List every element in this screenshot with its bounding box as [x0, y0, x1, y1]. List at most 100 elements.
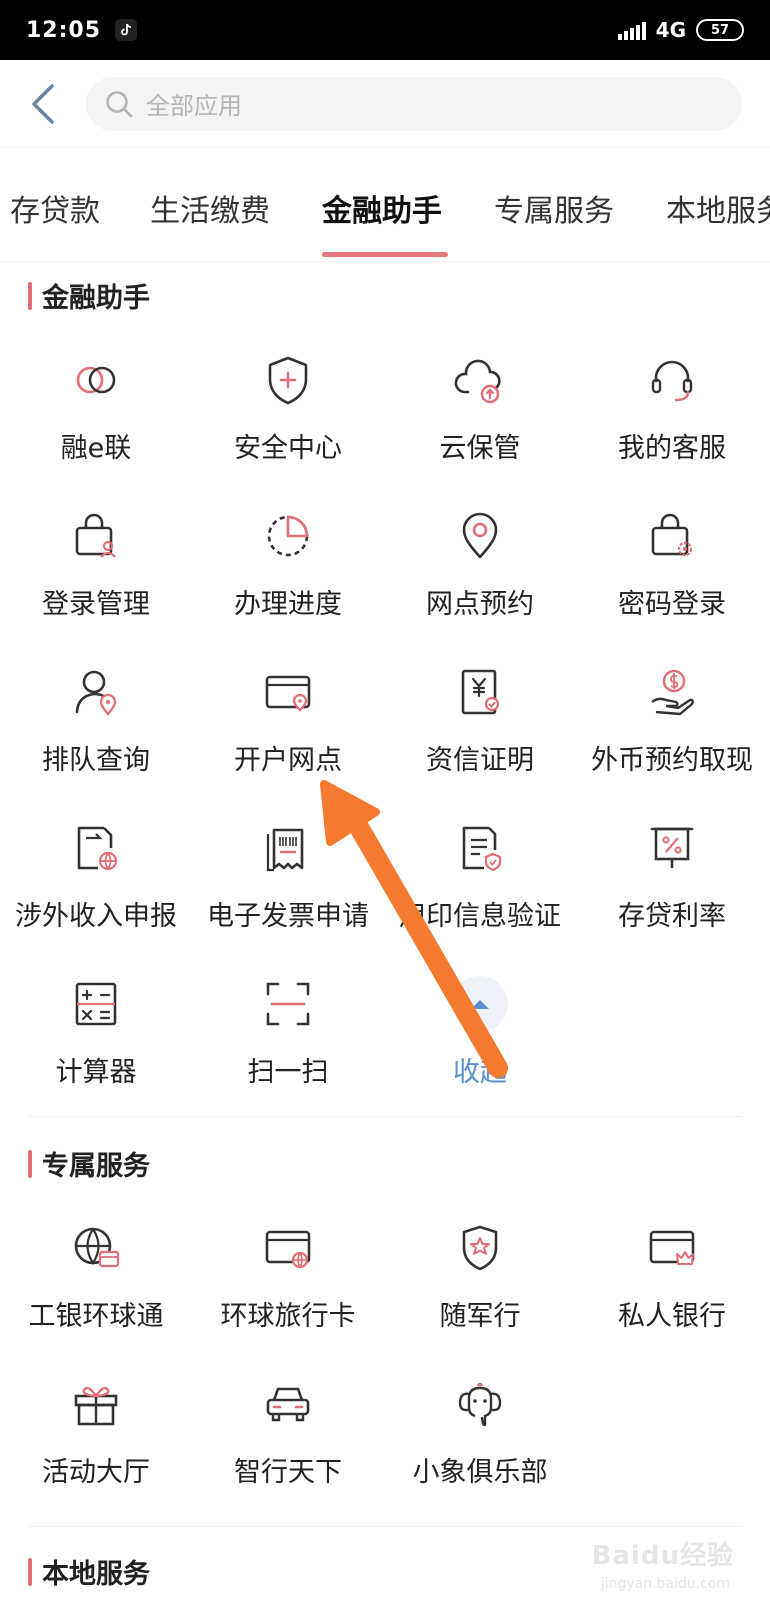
shield-plus-icon: [268, 356, 308, 405]
section-title-exclusive: 专属服务: [28, 1144, 150, 1183]
grid-item-icbc-global[interactable]: 工银环球通: [0, 1202, 192, 1342]
grid-item-calculator[interactable]: 计算器: [0, 958, 192, 1098]
grid-item-customer-service[interactable]: 我的客服: [576, 334, 768, 474]
grid-item-label: 资信证明: [426, 745, 534, 776]
section-divider: [28, 1116, 742, 1117]
grid-item-travel-card[interactable]: 环球旅行卡: [192, 1202, 384, 1342]
grid-item-progress[interactable]: 办理进度: [192, 490, 384, 630]
battery-level: 57: [710, 22, 730, 38]
grid-item-queue-inquiry[interactable]: 排队查询: [0, 646, 192, 786]
grid-item-label: 外币预约取现: [591, 745, 753, 776]
rong-e-lian-icon: [76, 366, 116, 394]
grid-item-foreign-income-report[interactable]: 涉外收入申报: [0, 802, 192, 942]
card-crown-icon: [649, 1230, 695, 1265]
card-pin-icon: [265, 675, 311, 712]
grid-item-label: 计算器: [55, 1057, 137, 1088]
grid-item-interest-rates[interactable]: 存贷利率: [576, 802, 768, 942]
receipt-icon: [266, 828, 304, 872]
section-title-text: 专属服务: [42, 1151, 150, 1182]
lock-gear-icon: [651, 513, 693, 557]
tab-local-service[interactable]: 本地服务: [666, 186, 770, 230]
grid-item-label: 排队查询: [42, 745, 150, 776]
grid-item-cloud-storage[interactable]: 云保管: [384, 334, 576, 474]
tab-exclusive-service[interactable]: 专属服务: [494, 186, 614, 230]
search-input[interactable]: 全部应用: [86, 76, 742, 131]
grid-item-label: 智行天下: [234, 1457, 342, 1488]
grid-item-label: 环球旅行卡: [220, 1301, 356, 1332]
section-accent-bar: [28, 281, 32, 310]
collapse-button[interactable]: 收起: [384, 958, 576, 1098]
section-accent-bar: [28, 1557, 32, 1586]
grid-item-label: 工银环球通: [28, 1301, 164, 1332]
tab-finance-assistant[interactable]: 金融助手: [322, 186, 442, 230]
lock-user-icon: [75, 513, 116, 558]
grid-item-label: 涉外收入申报: [15, 901, 177, 932]
grid-item-security-center[interactable]: 安全中心: [192, 334, 384, 474]
baidu-watermark-url: jingyan.baidu.com: [600, 1576, 730, 1592]
grid-item-label: 我的客服: [618, 433, 726, 464]
document-check-icon: [462, 826, 502, 872]
car-icon: [266, 1387, 310, 1422]
grid-item-private-banking[interactable]: 私人银行: [576, 1202, 768, 1342]
grid-item-label: 扫一扫: [247, 1057, 329, 1088]
grid-item-label: 办理进度: [234, 589, 342, 620]
grid-item-smart-travel[interactable]: 智行天下: [192, 1358, 384, 1498]
location-pin-icon: [462, 512, 498, 559]
grid-item-label: 用印信息验证: [399, 901, 561, 932]
grid-item-forex-withdrawal[interactable]: 外币预约取现: [576, 646, 768, 786]
dollar-hand-icon: [651, 669, 694, 716]
grid-item-label: 云保管: [439, 433, 521, 464]
status-time: 12:05: [26, 17, 102, 43]
search-icon: [106, 90, 133, 117]
grid-item-label: 密码登录: [618, 589, 726, 620]
section-divider: [28, 1526, 742, 1527]
badge-star-icon: [462, 1225, 498, 1271]
grid-item-label: 开户网点: [234, 745, 342, 776]
grid-item-e-invoice[interactable]: 电子发票申请: [192, 802, 384, 942]
grid-item-branch-booking[interactable]: 网点预约: [384, 490, 576, 630]
collapse-label: 收起: [453, 1057, 507, 1088]
grid-item-label: 电子发票申请: [207, 901, 369, 932]
grid-item-seal-verification[interactable]: 用印信息验证: [384, 802, 576, 942]
grid-item-login-management[interactable]: 登录管理: [0, 490, 192, 630]
elephant-icon: [458, 1382, 502, 1427]
grid-item-password-login[interactable]: 密码登录: [576, 490, 768, 630]
back-button[interactable]: [0, 60, 86, 148]
grid-item-military[interactable]: 随军行: [384, 1202, 576, 1342]
grid-item-label: 私人银行: [618, 1301, 726, 1332]
section-title-text: 本地服务: [42, 1559, 150, 1590]
globe-card-icon: [74, 1227, 120, 1268]
search-placeholder: 全部应用: [146, 92, 242, 120]
person-pin-icon: [75, 670, 117, 716]
tab-life-payment[interactable]: 生活缴费: [150, 186, 270, 230]
section-title-text: 金融助手: [42, 283, 150, 314]
grid-item-rong-e-lian[interactable]: 融e联: [0, 334, 192, 474]
headset-icon: [651, 360, 693, 402]
category-tabs: 存贷款 生活缴费 金融助手 专属服务 本地服务: [0, 150, 770, 262]
gift-icon: [74, 1386, 118, 1426]
grid-item-label: 安全中心: [234, 433, 342, 464]
header: 全部应用: [0, 60, 770, 148]
collapse-circle: [452, 976, 508, 1032]
section-title-finance: 金融助手: [28, 276, 150, 315]
grid-item-scan[interactable]: 扫一扫: [192, 958, 384, 1098]
progress-pie-icon: [267, 515, 309, 557]
baidu-watermark: Baidu经验: [591, 1541, 734, 1571]
battery-icon: 57: [696, 19, 744, 41]
calculator-icon: [75, 982, 117, 1026]
grid-item-label: 存贷利率: [618, 901, 726, 932]
grid-item-elephant-club[interactable]: 小象俱乐部: [384, 1358, 576, 1498]
tab-deposit-loan[interactable]: 存贷款: [10, 186, 100, 230]
grid-item-label: 小象俱乐部: [412, 1457, 548, 1488]
grid-item-account-branch[interactable]: 开户网点: [192, 646, 384, 786]
grid-item-credit-certificate[interactable]: 资信证明: [384, 646, 576, 786]
grid-item-activity-hall[interactable]: 活动大厅: [0, 1358, 192, 1498]
chevron-up-icon: [471, 1000, 489, 1009]
tiktok-notification-icon: [115, 19, 138, 41]
yuan-certificate-icon: [461, 669, 500, 715]
percent-board-icon: [650, 827, 694, 868]
chevron-left-icon: [32, 83, 54, 124]
card-globe-icon: [265, 1230, 311, 1269]
section-accent-bar: [28, 1149, 32, 1178]
grid-item-label: 随军行: [439, 1301, 521, 1332]
